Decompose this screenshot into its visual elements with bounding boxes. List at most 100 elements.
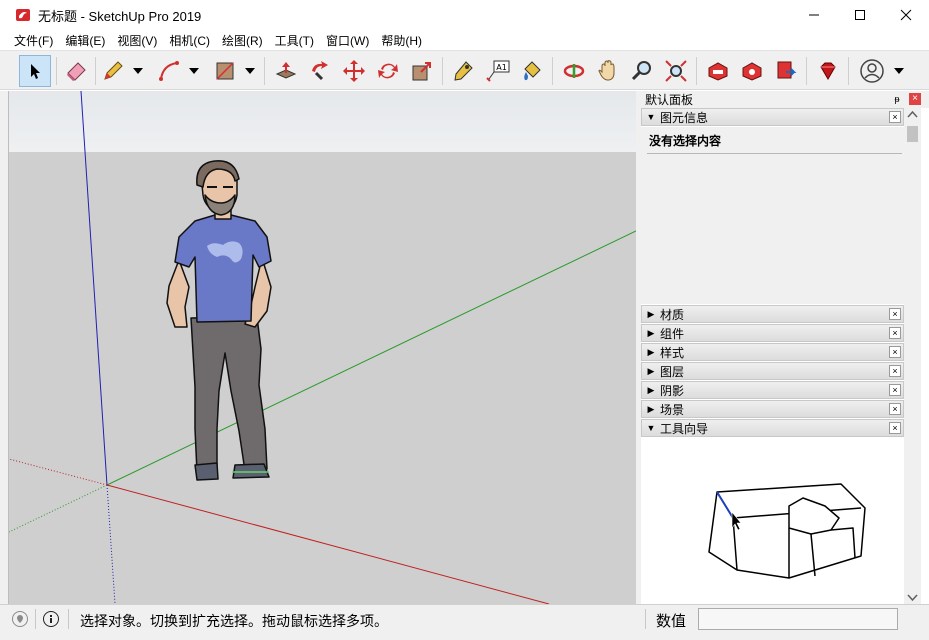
text-tool-button[interactable]: A1 [482,55,514,87]
push-pull-icon [275,62,297,79]
panel-close-button[interactable]: × [889,422,901,434]
account-dropdown[interactable] [893,64,905,78]
extension-warehouse-icon [742,62,762,81]
modeling-viewport[interactable] [9,91,636,604]
push-pull-tool-button[interactable] [270,55,302,87]
menu-window[interactable]: 窗口(W) [320,32,375,49]
maximize-icon [855,10,865,20]
collapsed-triangle-icon: ▶ [647,365,655,376]
extension-manager-button[interactable] [812,55,844,87]
tray-pin-icon[interactable]: ᵽ [891,93,903,105]
pencil-icon [104,61,123,80]
maximize-button[interactable] [837,0,883,30]
panel-scenes-header[interactable]: ▶ 场景 × [641,400,904,418]
expanded-triangle-icon: ▼ [646,423,656,433]
rotate-tool-button[interactable] [372,55,404,87]
zoom-extents-tool-button[interactable] [660,55,692,87]
entity-info-message: 没有选择内容 [649,134,722,148]
panel-close-button[interactable]: × [889,111,901,123]
panel-entity-info-header[interactable]: ▼ 图元信息 × [641,108,904,126]
panel-components-header[interactable]: ▶ 组件 × [641,324,904,342]
location-pin-icon [17,615,23,623]
line-tool-dropdown[interactable] [132,64,144,78]
panel-title: 工具向导 [660,421,709,436]
measurements-input[interactable] [698,608,898,630]
tray-title: 默认面板 [645,93,694,107]
account-button[interactable] [856,55,888,87]
panel-instructor-header[interactable]: ▼ 工具向导 × [641,419,904,437]
line-tool-button[interactable] [97,55,129,87]
scroll-up-icon[interactable] [904,108,921,122]
panel-title: 场景 [660,402,685,417]
shape-tool-dropdown[interactable] [244,64,256,78]
menu-view[interactable]: 视图(V) [111,32,163,49]
panel-close-button[interactable]: × [889,327,901,339]
magnifier-icon [631,61,651,81]
scale-tool-button[interactable] [406,55,438,87]
default-tray: 默认面板 ᵽ × ▼ 图元信息 × 没有选择内容 ▶ 材质 × ▶ 组件 × ▶… [641,91,929,604]
tray-scroll-thumb[interactable] [907,126,918,142]
pan-tool-button[interactable] [592,55,624,87]
expanded-triangle-icon: ▼ [646,112,656,122]
user-avatar-icon [860,59,884,83]
layout-icon [777,61,797,79]
zoom-tool-button[interactable] [626,55,658,87]
select-tool-button[interactable] [19,55,51,87]
panel-layers-header[interactable]: ▶ 图层 × [641,362,904,380]
tape-measure-icon [454,61,473,81]
instructor-info-icon[interactable] [43,611,59,627]
viewport-left-frame [0,91,9,604]
menu-camera[interactable]: 相机(C) [163,32,216,49]
collapsed-triangle-icon: ▶ [647,327,655,338]
sky [9,91,636,152]
minimize-icon [809,14,819,16]
window-title: 无标题 - SketchUp Pro 2019 [38,8,202,24]
orbit-tool-button[interactable] [558,55,590,87]
panel-close-button[interactable]: × [889,403,901,415]
panel-close-button[interactable]: × [889,308,901,320]
panel-close-button[interactable]: × [889,365,901,377]
eraser-icon [67,62,86,81]
text-label-icon: A1 [486,60,510,82]
panel-materials-header[interactable]: ▶ 材质 × [641,305,904,323]
menu-help[interactable]: 帮助(H) [375,32,428,49]
close-button[interactable] [883,0,929,30]
extension-warehouse-button[interactable] [736,55,768,87]
info-icon [50,615,52,623]
instructor-body [641,438,904,604]
divider [647,153,902,154]
panel-shadows-header[interactable]: ▶ 阴影 × [641,381,904,399]
entity-info-body: 没有选择内容 [641,127,904,304]
menu-edit[interactable]: 编辑(E) [59,32,111,49]
select-arrow-icon [31,64,40,79]
shape-tool-button[interactable] [209,55,241,87]
title-bar: 无标题 - SketchUp Pro 2019 [0,0,929,30]
panel-title: 图元信息 [660,110,709,125]
arc-tool-dropdown[interactable] [188,64,200,78]
tray-scrollbar[interactable] [904,108,921,604]
menu-tools[interactable]: 工具(T) [269,32,320,49]
sketchup-logo-icon [16,9,30,21]
scale-icon [412,62,431,81]
arc-tool-button[interactable] [153,55,185,87]
panel-styles-header[interactable]: ▶ 样式 × [641,343,904,361]
hand-pan-icon [598,60,615,81]
collapsed-triangle-icon: ▶ [647,308,655,319]
menu-file[interactable]: 文件(F) [8,32,59,49]
tray-close-button[interactable]: × [909,93,921,105]
move-tool-button[interactable] [338,55,370,87]
geo-location-icon[interactable] [12,611,28,627]
panel-title: 组件 [660,326,685,341]
3d-warehouse-button[interactable] [702,55,734,87]
panel-close-button[interactable]: × [889,346,901,358]
paint-bucket-icon [524,61,541,81]
menu-draw[interactable]: 绘图(R) [216,32,269,49]
eraser-tool-button[interactable] [60,55,92,87]
panel-close-button[interactable]: × [889,384,901,396]
paint-bucket-tool-button[interactable] [516,55,548,87]
follow-me-tool-button[interactable] [304,55,336,87]
tape-measure-tool-button[interactable] [448,55,480,87]
minimize-button[interactable] [791,0,837,30]
scroll-down-icon[interactable] [904,590,921,604]
send-to-layout-button[interactable] [770,55,802,87]
